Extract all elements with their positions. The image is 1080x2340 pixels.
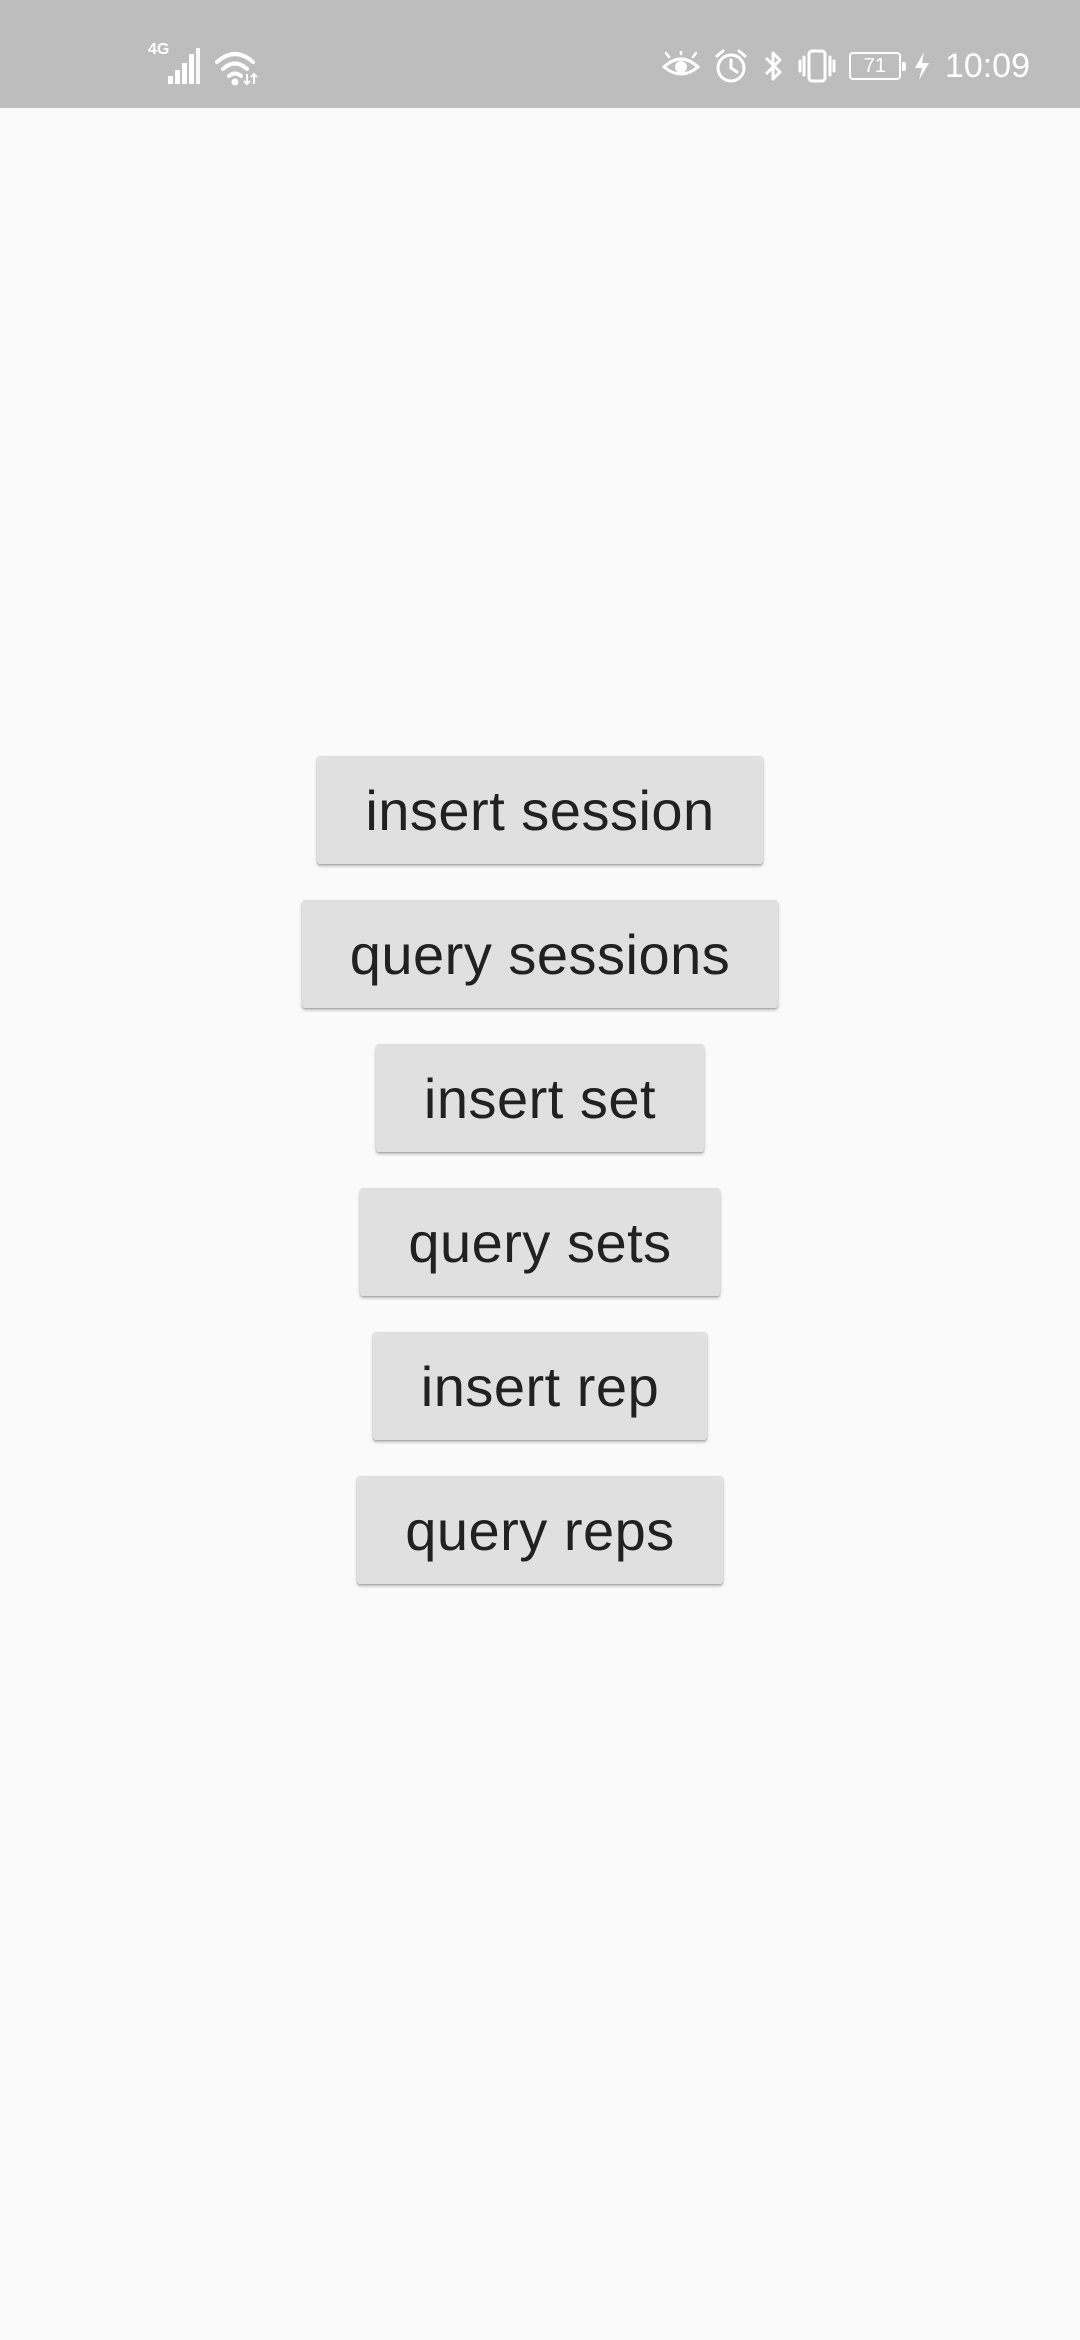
network-type-label: 4G: [148, 41, 170, 58]
button-stack: insert session query sessions insert set…: [0, 756, 1080, 1584]
query-reps-button[interactable]: query reps: [357, 1476, 723, 1584]
wifi-icon: [215, 52, 258, 86]
cell-signal-icon: 4G: [148, 42, 202, 86]
vibrate-icon: [798, 49, 836, 83]
insert-session-button[interactable]: insert session: [317, 756, 763, 864]
query-sets-button[interactable]: query sets: [360, 1188, 720, 1296]
battery-level: 71: [863, 55, 887, 77]
insert-rep-button[interactable]: insert rep: [372, 1332, 708, 1440]
battery-icon: 71: [848, 52, 906, 80]
status-bar-left: 4G: [148, 42, 258, 86]
status-clock: 10:09: [944, 47, 1030, 85]
eye-comfort-icon: [661, 51, 701, 76]
query-sessions-button[interactable]: query sessions: [301, 900, 779, 1008]
status-bar-right: 71 10:09: [661, 44, 1030, 88]
charging-bolt-icon: [914, 52, 929, 80]
insert-set-button[interactable]: insert set: [375, 1044, 705, 1152]
bluetooth-icon: [764, 51, 782, 81]
status-bar: 4G 71 10:09: [0, 0, 1080, 108]
alarm-icon: [715, 49, 747, 83]
